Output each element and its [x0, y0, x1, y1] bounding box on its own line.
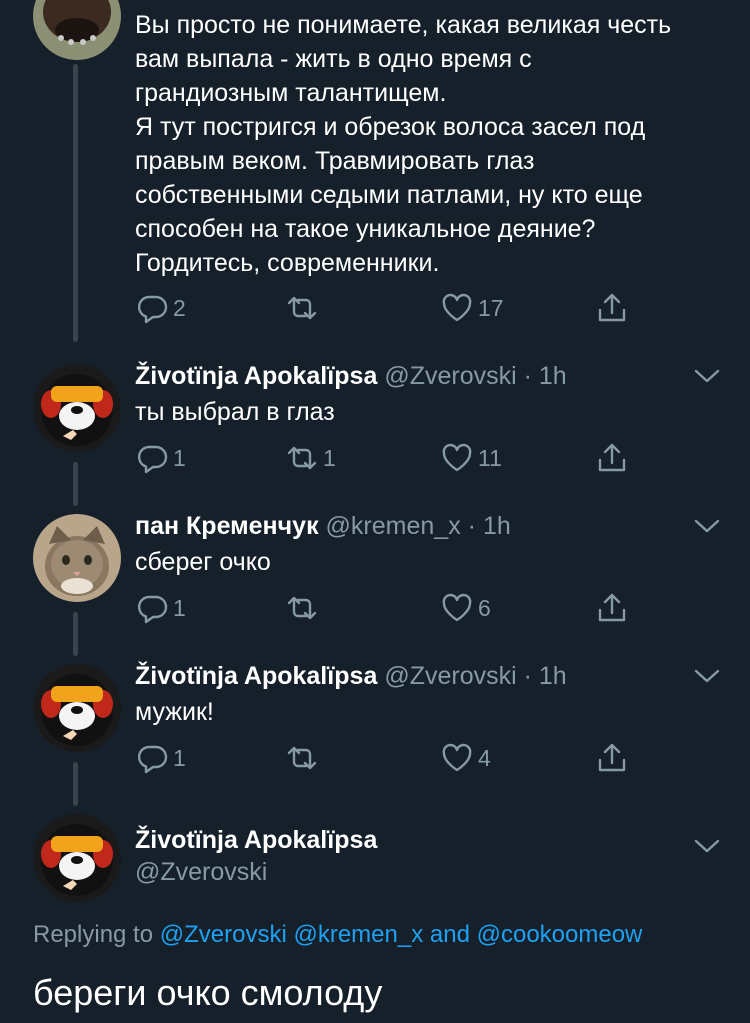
- mention-link[interactable]: @Zverovski: [160, 921, 287, 948]
- retweet-button[interactable]: 1: [285, 438, 336, 478]
- reply-icon: [137, 595, 168, 624]
- retweet-button[interactable]: [285, 738, 323, 778]
- main-tweet-text: береги очко смолоду: [33, 972, 383, 1013]
- tweet-header: Životїnja Apokalїpsa @Zverovski · 1h: [135, 660, 567, 692]
- like-count: 4: [478, 744, 491, 771]
- share-button[interactable]: [595, 288, 629, 328]
- tweet-actions: 2 17: [135, 288, 635, 328]
- tweet-actions: 1 1 11: [135, 438, 635, 478]
- like-button[interactable]: 11: [440, 438, 502, 478]
- separator-dot: ·: [523, 362, 532, 390]
- like-icon: [442, 743, 472, 772]
- share-button[interactable]: [595, 438, 629, 478]
- avatar[interactable]: [33, 0, 121, 60]
- share-icon: [598, 743, 626, 772]
- username[interactable]: @Zverovski: [135, 858, 267, 887]
- share-button[interactable]: [595, 588, 629, 628]
- timestamp[interactable]: 1h: [483, 512, 511, 540]
- chevron-down-icon[interactable]: [694, 668, 720, 684]
- reply-count: 1: [173, 594, 186, 621]
- retweet-count: 1: [323, 444, 336, 471]
- like-icon: [442, 443, 472, 472]
- reply-count: 2: [173, 294, 186, 321]
- tweet-text: сберег очко: [135, 548, 271, 576]
- share-icon: [598, 593, 626, 622]
- like-button[interactable]: 17: [440, 288, 504, 328]
- replying-to-label: Replying to: [33, 921, 154, 948]
- avatar[interactable]: [33, 664, 121, 752]
- share-button[interactable]: [595, 738, 629, 778]
- thread-line: [73, 612, 78, 656]
- replying-to: Replying to @Zverovski @kremen_x and @co…: [33, 918, 642, 952]
- username[interactable]: @kremen_x: [326, 512, 461, 540]
- like-button[interactable]: 4: [440, 738, 491, 778]
- tweet-header: пан Кременчук @kremen_x · 1h: [135, 510, 511, 542]
- thread-line: [73, 462, 78, 506]
- display-name[interactable]: пан Кременчук: [135, 512, 319, 540]
- like-button[interactable]: 6: [440, 588, 491, 628]
- share-icon: [598, 293, 626, 322]
- reply-count: 1: [173, 444, 186, 471]
- chevron-down-icon[interactable]: [694, 368, 720, 384]
- chevron-down-icon[interactable]: [694, 518, 720, 534]
- display-name[interactable]: Životїnja Apokalїpsa: [135, 362, 377, 390]
- mention-link[interactable]: @cookoomeow: [477, 921, 643, 948]
- username[interactable]: @Zverovski: [384, 362, 516, 390]
- tweet-text: ты выбрал в глаз: [135, 398, 335, 426]
- retweet-button[interactable]: [285, 588, 323, 628]
- reply-icon: [137, 445, 168, 474]
- retweet-icon: [287, 596, 317, 620]
- tweet-actions: 1 6: [135, 588, 635, 628]
- avatar[interactable]: [33, 514, 121, 602]
- tweet-actions: 1 4: [135, 738, 635, 778]
- separator-dot: ·: [467, 512, 476, 540]
- like-count: 11: [478, 444, 502, 471]
- tweet-text: Вы просто не понимаете, какая великая че…: [135, 11, 672, 277]
- reply-button[interactable]: 1: [135, 738, 186, 778]
- like-icon: [442, 593, 472, 622]
- reply-button[interactable]: 1: [135, 438, 186, 478]
- main-tweet-header: Životїnja Apokalїpsa: [135, 824, 377, 856]
- share-icon: [598, 443, 626, 472]
- separator-dot: ·: [523, 662, 532, 690]
- timestamp[interactable]: 1h: [539, 362, 567, 390]
- display-name[interactable]: Životїnja Apokalїpsa: [135, 826, 377, 854]
- mention-and[interactable]: and: [430, 921, 470, 948]
- reply-count: 1: [173, 744, 186, 771]
- reply-icon: [137, 295, 168, 324]
- retweet-icon: [287, 296, 317, 320]
- retweet-button[interactable]: [285, 288, 323, 328]
- display-name[interactable]: Životїnja Apokalїpsa: [135, 662, 377, 690]
- like-count: 17: [478, 294, 504, 321]
- reply-button[interactable]: 1: [135, 588, 186, 628]
- chevron-down-icon[interactable]: [694, 838, 720, 854]
- tweet-header: Životїnja Apokalїpsa @Zverovski · 1h: [135, 360, 567, 392]
- reply-button[interactable]: 2: [135, 288, 186, 328]
- thread-line: [73, 762, 78, 806]
- timestamp[interactable]: 1h: [539, 662, 567, 690]
- like-count: 6: [478, 594, 491, 621]
- reply-icon: [137, 745, 168, 774]
- avatar[interactable]: [33, 364, 121, 452]
- username[interactable]: @Zverovski: [384, 662, 516, 690]
- avatar[interactable]: [33, 814, 121, 902]
- retweet-icon: [287, 746, 317, 770]
- thread-line: [73, 64, 78, 342]
- retweet-icon: [287, 446, 317, 470]
- like-icon: [442, 293, 472, 322]
- mention-link[interactable]: @kremen_x: [293, 921, 423, 948]
- tweet-text: мужик!: [135, 698, 214, 726]
